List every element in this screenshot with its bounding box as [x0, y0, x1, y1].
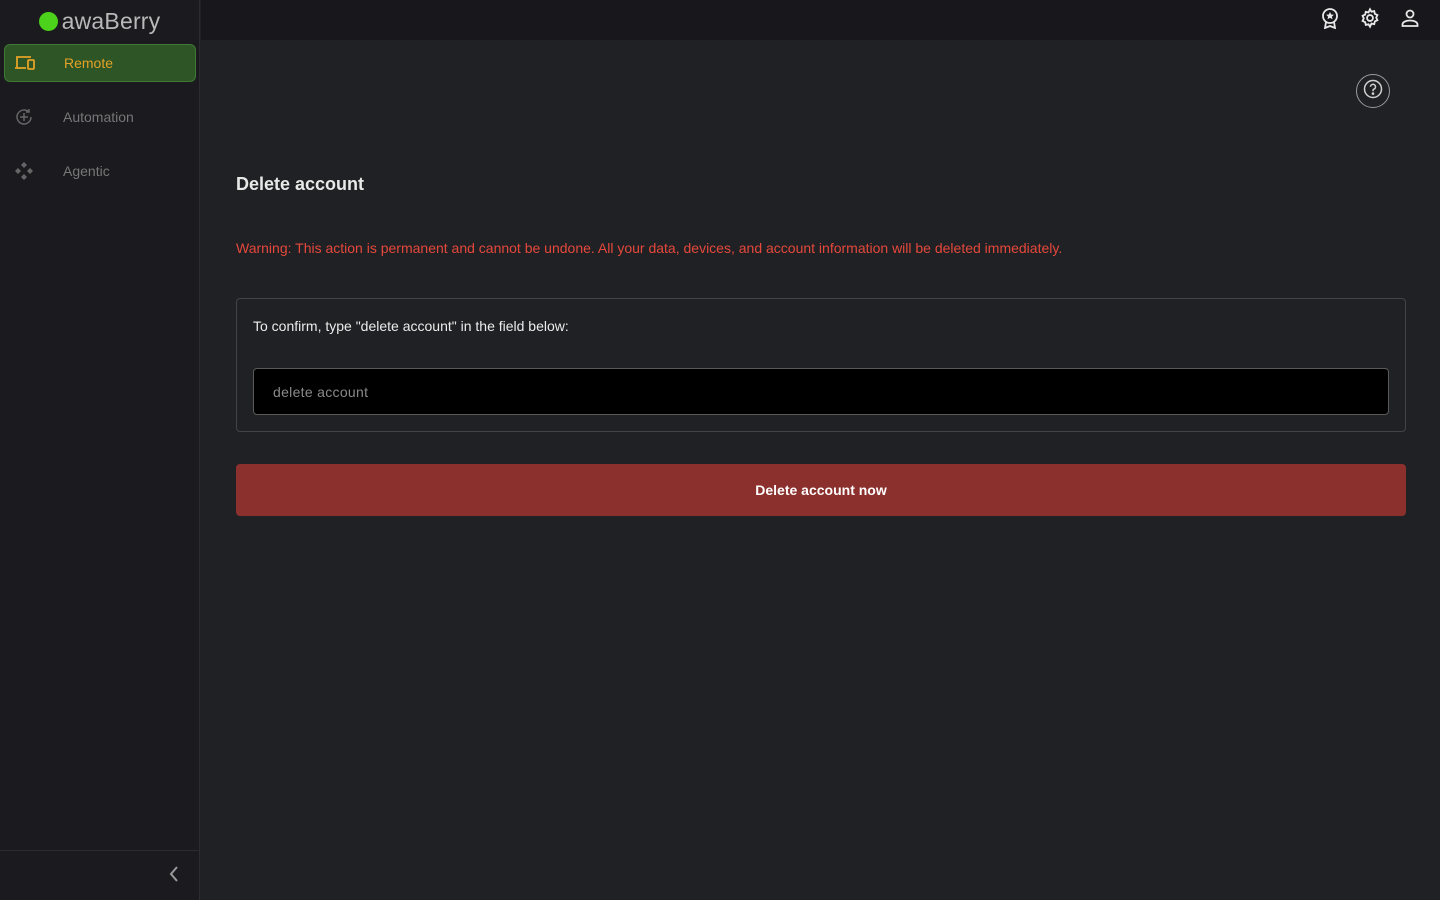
sidebar-item-automation[interactable]: Automation: [4, 98, 196, 136]
sidebar-item-label: Remote: [64, 55, 114, 71]
help-circle-icon: [1363, 79, 1383, 104]
brand-logo-dot: [38, 11, 58, 31]
help-button[interactable]: [1356, 74, 1390, 108]
settings-button[interactable]: [1358, 6, 1382, 34]
award-button[interactable]: [1318, 7, 1342, 34]
user-icon: [1400, 8, 1420, 33]
agentic-icon: [12, 159, 36, 183]
confirm-panel: To confirm, type "delete account" in the…: [236, 298, 1406, 432]
sidebar-footer: [0, 850, 200, 900]
sidebar-item-agentic[interactable]: Agentic: [4, 152, 196, 190]
sidebar-item-label: Agentic: [63, 163, 110, 179]
warning-message: Warning: This action is permanent and ca…: [236, 240, 1063, 256]
collapse-sidebar-button[interactable]: [162, 864, 186, 888]
account-button[interactable]: [1398, 8, 1422, 32]
automation-icon: [12, 105, 36, 129]
sidebar-item-remote[interactable]: Remote: [4, 44, 196, 82]
devices-icon: [13, 51, 37, 75]
award-icon: [1320, 7, 1340, 34]
delete-account-button[interactable]: Delete account now: [236, 464, 1406, 516]
brand-name: awaBerry: [61, 7, 161, 34]
sidebar: awaBerry Remote Automation Agentic: [0, 0, 200, 900]
brand[interactable]: awaBerry: [0, 0, 199, 42]
chevron-left-icon: [168, 865, 180, 888]
gear-icon: [1359, 6, 1381, 34]
sidebar-item-label: Automation: [63, 109, 134, 125]
top-bar: [201, 0, 1440, 40]
confirm-input[interactable]: [253, 368, 1389, 415]
confirm-label: To confirm, type "delete account" in the…: [253, 318, 569, 334]
page-title: Delete account: [236, 174, 365, 194]
